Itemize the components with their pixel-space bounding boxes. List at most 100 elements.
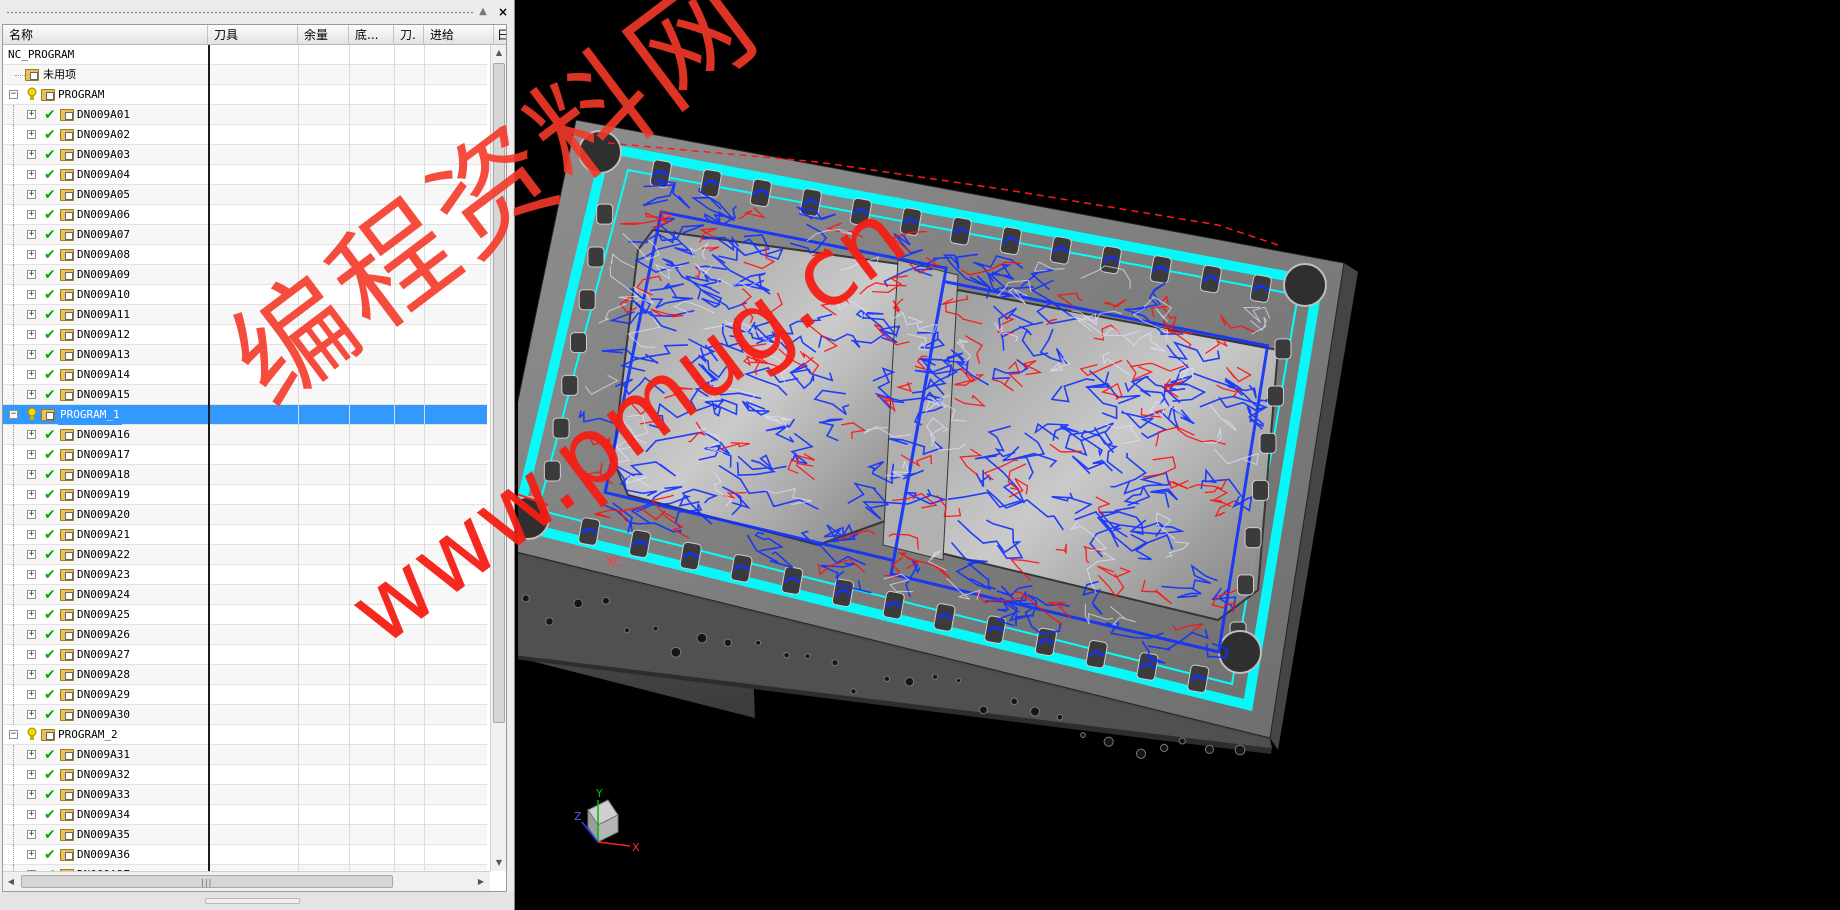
graphics-viewport[interactable]: YM XC YC ZC Y X Z — [518, 0, 1840, 910]
scroll-left-arrow-icon[interactable]: ◀ — [3, 872, 19, 891]
column-header-time[interactable]: 日 — [494, 25, 506, 45]
plus-box-icon[interactable]: + — [27, 710, 36, 719]
vertical-scrollbar[interactable]: ▲ ▼ — [490, 45, 506, 871]
operation-row[interactable]: + ✔ DN009A05 — [3, 185, 487, 205]
operation-row[interactable]: + ✔ DN009A11 — [3, 305, 487, 325]
mold-toolpath-scene[interactable]: YM XC YC ZC Y X Z — [518, 0, 1840, 910]
column-header-floor[interactable]: 底... — [349, 25, 394, 45]
plus-box-icon[interactable]: + — [27, 150, 36, 159]
minus-box-icon[interactable]: − — [9, 90, 18, 99]
pin-icon[interactable]: ▲ — [474, 3, 492, 21]
plus-box-icon[interactable]: + — [27, 530, 36, 539]
plus-box-icon[interactable]: + — [27, 330, 36, 339]
operation-row[interactable]: + ✔ DN009A29 — [3, 685, 487, 705]
operation-row[interactable]: + ✔ DN009A18 — [3, 465, 487, 485]
plus-box-icon[interactable]: + — [27, 290, 36, 299]
plus-box-icon[interactable]: + — [27, 750, 36, 759]
column-header-feed[interactable]: 进给 — [424, 25, 494, 45]
plus-box-icon[interactable]: + — [27, 470, 36, 479]
operation-row[interactable]: + ✔ DN009A06 — [3, 205, 487, 225]
operation-row[interactable]: + ✔ DN009A02 — [3, 125, 487, 145]
operation-row[interactable]: + ✔ DN009A21 — [3, 525, 487, 545]
operation-row[interactable]: + ✔ DN009A03 — [3, 145, 487, 165]
plus-box-icon[interactable]: + — [27, 830, 36, 839]
horizontal-scrollbar[interactable]: ◀ ||| ▶ — [3, 871, 490, 891]
operation-row[interactable]: + ✔ DN009A35 — [3, 825, 487, 845]
root-row[interactable]: NC_PROGRAM — [3, 45, 487, 65]
plus-box-icon[interactable]: + — [27, 650, 36, 659]
plus-box-icon[interactable]: + — [27, 590, 36, 599]
operation-row[interactable]: + ✔ DN009A09 — [3, 265, 487, 285]
scroll-up-arrow-icon[interactable]: ▲ — [491, 45, 506, 61]
operation-row[interactable]: + ✔ DN009A30 — [3, 705, 487, 725]
plus-box-icon[interactable]: + — [27, 610, 36, 619]
plus-box-icon[interactable]: + — [27, 790, 36, 799]
panel-drag-grip[interactable] — [6, 11, 474, 14]
column-header-name[interactable]: 名称 — [3, 25, 208, 45]
plus-box-icon[interactable]: + — [27, 570, 36, 579]
operation-row[interactable]: + ✔ DN009A20 — [3, 505, 487, 525]
operation-row[interactable]: + ✔ DN009A19 — [3, 485, 487, 505]
column-header-tool[interactable]: 刀具 — [208, 25, 298, 45]
plus-box-icon[interactable]: + — [27, 550, 36, 559]
operation-row[interactable]: + ✔ DN009A07 — [3, 225, 487, 245]
operation-row[interactable]: + ✔ DN009A28 — [3, 665, 487, 685]
plus-box-icon[interactable]: + — [27, 690, 36, 699]
resize-handle[interactable] — [205, 898, 300, 904]
operation-row[interactable]: + ✔ DN009A26 — [3, 625, 487, 645]
operation-row[interactable]: + ✔ DN009A32 — [3, 765, 487, 785]
operation-row[interactable]: + ✔ DN009A27 — [3, 645, 487, 665]
operation-row[interactable]: + ✔ DN009A31 — [3, 745, 487, 765]
plus-box-icon[interactable]: + — [27, 430, 36, 439]
program-group-row[interactable]: − PROGRAM_2 — [3, 725, 487, 745]
scroll-right-arrow-icon[interactable]: ▶ — [473, 872, 489, 891]
operation-row[interactable]: + ✔ DN009A33 — [3, 785, 487, 805]
program-group-row[interactable]: − PROGRAM_1 — [3, 405, 487, 425]
vertical-scroll-thumb[interactable] — [493, 63, 505, 723]
operation-row[interactable]: + ✔ DN009A34 — [3, 805, 487, 825]
operation-row[interactable]: + ✔ DN009A14 — [3, 365, 487, 385]
minus-box-icon[interactable]: − — [9, 730, 18, 739]
plus-box-icon[interactable]: + — [27, 230, 36, 239]
plus-box-icon[interactable]: + — [27, 770, 36, 779]
plus-box-icon[interactable]: + — [27, 270, 36, 279]
operation-row[interactable]: + ✔ DN009A17 — [3, 445, 487, 465]
scroll-down-arrow-icon[interactable]: ▼ — [491, 855, 506, 871]
operation-row[interactable]: + ✔ DN009A10 — [3, 285, 487, 305]
plus-box-icon[interactable]: + — [27, 110, 36, 119]
operation-row[interactable]: + ✔ DN009A36 — [3, 845, 487, 865]
operation-row[interactable]: + ✔ DN009A08 — [3, 245, 487, 265]
plus-box-icon[interactable]: + — [27, 250, 36, 259]
plus-box-icon[interactable]: + — [27, 350, 36, 359]
operation-row[interactable]: + ✔ DN009A16 — [3, 425, 487, 445]
plus-box-icon[interactable]: + — [27, 450, 36, 459]
view-triad[interactable]: Y X Z — [574, 787, 640, 854]
operation-row[interactable]: + ✔ DN009A22 — [3, 545, 487, 565]
minus-box-icon[interactable]: − — [9, 410, 18, 419]
plus-box-icon[interactable]: + — [27, 130, 36, 139]
plus-box-icon[interactable]: + — [27, 670, 36, 679]
column-header-tool-number[interactable]: 刀. — [394, 25, 424, 45]
unused-items-row[interactable]: 未用项 — [3, 65, 487, 85]
plus-box-icon[interactable]: + — [27, 190, 36, 199]
operation-row[interactable]: + ✔ DN009A23 — [3, 565, 487, 585]
operation-row[interactable]: + ✔ DN009A15 — [3, 385, 487, 405]
horizontal-scroll-thumb[interactable]: ||| — [21, 875, 393, 888]
plus-box-icon[interactable]: + — [27, 490, 36, 499]
plus-box-icon[interactable]: + — [27, 210, 36, 219]
plus-box-icon[interactable]: + — [27, 390, 36, 399]
plus-box-icon[interactable]: + — [27, 850, 36, 859]
operation-row[interactable]: + ✔ DN009A12 — [3, 325, 487, 345]
operation-row[interactable]: + ✔ DN009A24 — [3, 585, 487, 605]
plus-box-icon[interactable]: + — [27, 510, 36, 519]
plus-box-icon[interactable]: + — [27, 810, 36, 819]
close-icon[interactable]: × — [494, 3, 512, 21]
plus-box-icon[interactable]: + — [27, 170, 36, 179]
plus-box-icon[interactable]: + — [27, 630, 36, 639]
operation-row[interactable]: + ✔ DN009A13 — [3, 345, 487, 365]
plus-box-icon[interactable]: + — [27, 370, 36, 379]
program-group-row[interactable]: − PROGRAM — [3, 85, 487, 105]
column-splitter[interactable] — [208, 45, 210, 871]
plus-box-icon[interactable]: + — [27, 310, 36, 319]
operation-row[interactable]: + ✔ DN009A01 — [3, 105, 487, 125]
